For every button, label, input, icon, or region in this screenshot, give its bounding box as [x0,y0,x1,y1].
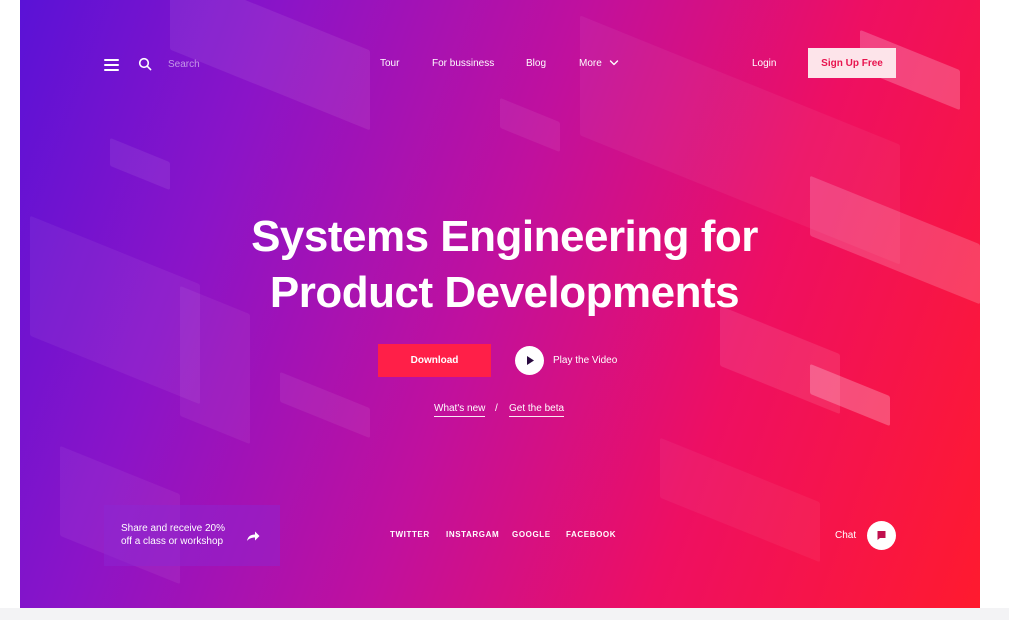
hero-headline-line1: Systems Engineering for [251,212,758,261]
social-link-google[interactable]: GOOGLE [512,530,551,539]
decorative-streak [280,371,370,439]
promo-text: Share and receive 20% off a class or wor… [121,522,241,548]
social-link-instagram[interactable]: INSTARGAM [446,530,499,539]
promo-share-card[interactable]: Share and receive 20% off a class or wor… [104,505,280,566]
nav-link-blog[interactable]: Blog [526,58,546,69]
play-video-button[interactable] [515,346,544,375]
sign-up-button[interactable]: Sign Up Free [808,48,896,78]
search-input[interactable] [162,56,294,73]
chat-button[interactable] [867,521,896,550]
nav-link-for-business[interactable]: For bussiness [432,58,494,69]
social-link-twitter[interactable]: TWITTER [390,530,430,539]
promo-line-2: off a class or workshop [121,536,224,547]
nav-link-more[interactable]: More [579,58,602,69]
decorative-streak [500,97,560,153]
nav-link-tour[interactable]: Tour [380,58,399,69]
page-margin-bottom [0,608,1009,620]
link-separator: / [495,403,498,414]
get-beta-link[interactable]: Get the beta [509,403,565,417]
whats-new-link[interactable]: What's new [434,403,486,417]
chevron-down-icon[interactable] [609,59,619,67]
play-video-label[interactable]: Play the Video [553,355,617,366]
play-icon [527,356,534,365]
social-link-facebook[interactable]: FACEBOOK [566,530,616,539]
decorative-streak [810,363,890,427]
login-link[interactable]: Login [752,58,776,69]
decorative-streak [660,437,820,563]
menu-icon[interactable] [104,57,120,71]
promo-line-1: Share and receive 20% [121,523,225,534]
chat-label[interactable]: Chat [835,530,856,541]
hero-headline-line2: Product Developments [269,268,740,317]
download-button[interactable]: Download [378,344,491,377]
chat-icon [877,531,886,540]
share-arrow-icon[interactable] [246,530,260,542]
search-icon[interactable] [138,57,152,71]
decorative-streak [110,137,170,191]
